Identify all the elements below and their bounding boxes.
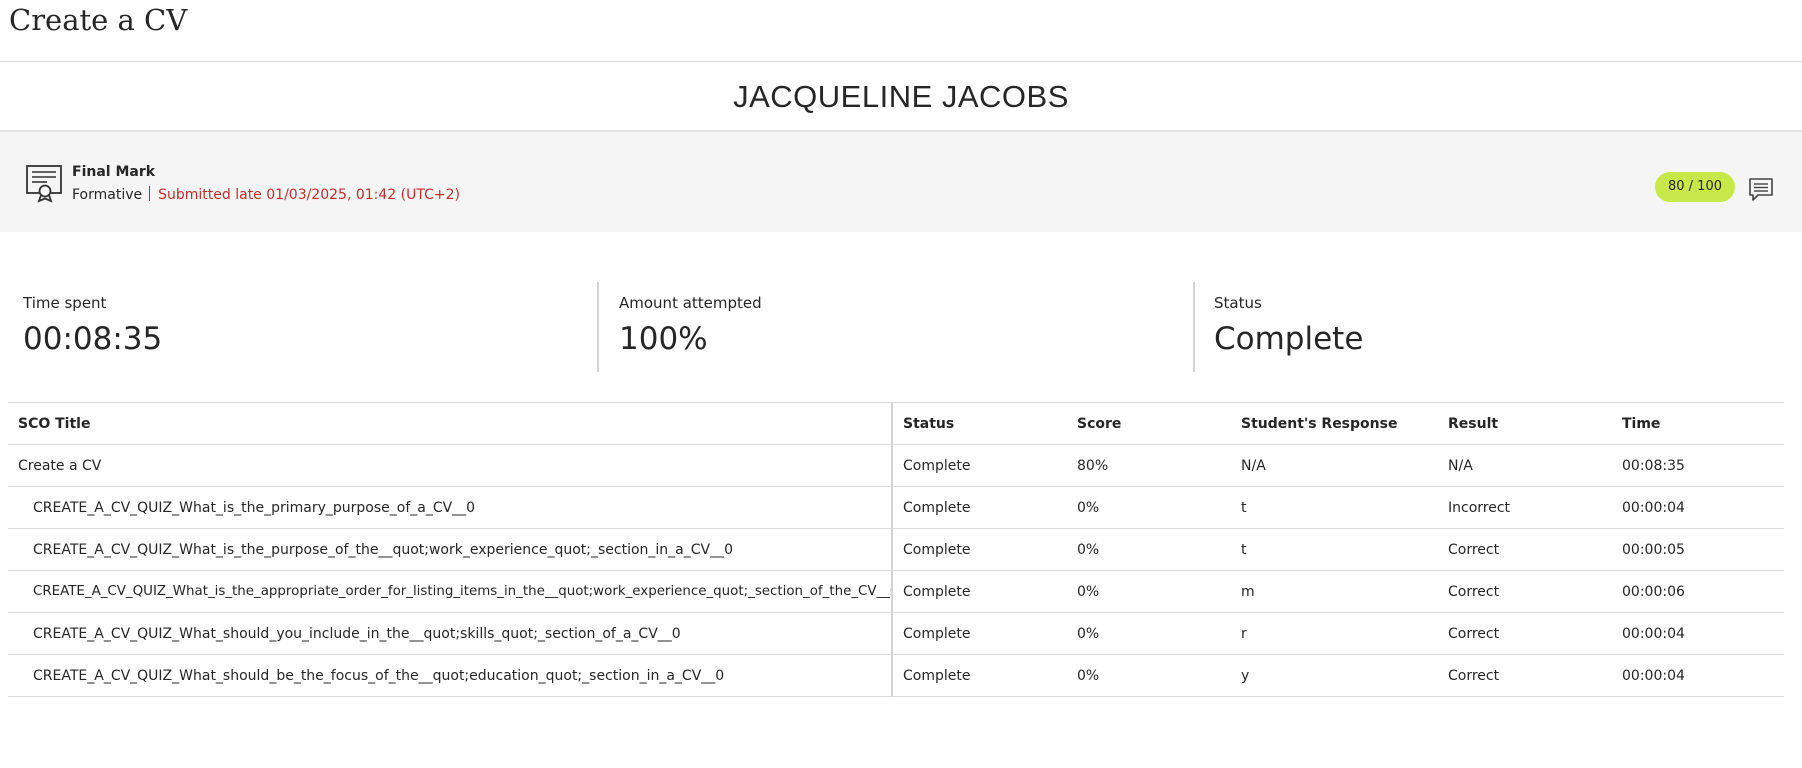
cell-result: Incorrect [1438,486,1612,529]
cell-result: Correct [1438,570,1612,613]
table-row: CREATE_A_CV_QUIZ_What_is_the_appropriate… [8,570,1784,613]
cell-sco-title: CREATE_A_CV_QUIZ_What_is_the_appropriate… [8,570,893,613]
comment-icon[interactable] [1748,176,1774,202]
column-header-time: Time [1612,402,1784,445]
column-header-status: Status [892,402,1067,445]
certificate-icon [26,165,62,203]
cell-score: 0% [1067,654,1231,697]
cell-result: N/A [1438,444,1612,487]
cell-response: y [1231,654,1438,697]
cell-response: r [1231,612,1438,655]
table-row: CREATE_A_CV_QUIZ_What_is_the_primary_pur… [8,486,1784,529]
cell-time: 00:00:06 [1612,570,1784,613]
stat-value: 00:08:35 [23,321,163,357]
cell-result: Correct [1438,528,1612,571]
stat-label: Amount attempted [619,294,762,312]
cell-time: 00:00:04 [1612,654,1784,697]
cell-status: Complete [892,528,1067,571]
stat-label: Status [1214,294,1262,312]
table-row: Create a CV Complete 80% N/A N/A 00:08:3… [8,444,1784,487]
cell-time: 00:00:04 [1612,486,1784,529]
sco-results-table: SCO Title Status Score Student's Respons… [8,402,1784,697]
stat-time-spent: Time spent 00:08:35 [23,282,162,372]
cell-result: Correct [1438,612,1612,655]
student-name: JACQUELINE JACOBS [0,62,1802,132]
cell-status: Complete [892,654,1067,697]
summary-stats: Time spent 00:08:35 Amount attempted 100… [0,232,1802,404]
stat-divider [597,282,599,372]
cell-time: 00:00:05 [1612,528,1784,571]
column-header-sco-title: SCO Title [8,402,893,445]
stat-status: Status Complete [1214,282,1363,372]
cell-response: m [1231,570,1438,613]
stat-value: 100% [619,321,708,357]
table-row: CREATE_A_CV_QUIZ_What_should_be_the_focu… [8,654,1784,697]
cell-time: 00:08:35 [1612,444,1784,487]
stat-amount-attempted: Amount attempted 100% [619,282,762,372]
cell-result: Correct [1438,654,1612,697]
cell-status: Complete [892,612,1067,655]
stat-label: Time spent [23,294,107,312]
cell-score: 0% [1067,612,1231,655]
column-header-response: Student's Response [1231,402,1438,445]
cell-sco-title: CREATE_A_CV_QUIZ_What_should_you_include… [8,612,893,655]
cell-status: Complete [892,444,1067,487]
cell-status: Complete [892,570,1067,613]
cell-sco-title: Create a CV [8,444,893,487]
cell-sco-title: CREATE_A_CV_QUIZ_What_is_the_primary_pur… [8,486,893,529]
cell-score: 0% [1067,528,1231,571]
cell-score: 80% [1067,444,1231,487]
page-title: Create a CV [0,0,1802,62]
sco-results-table-wrapper: SCO Title Status Score Student's Respons… [8,402,1784,697]
cell-sco-title: CREATE_A_CV_QUIZ_What_is_the_purpose_of_… [8,528,893,571]
column-header-result: Result [1438,402,1612,445]
meta-separator [149,186,151,201]
cell-status: Complete [892,486,1067,529]
table-header-row: SCO Title Status Score Student's Respons… [8,402,1784,445]
grade-type: Formative [72,187,143,203]
stat-divider [1193,282,1195,372]
cell-score: 0% [1067,486,1231,529]
submission-status: Submitted late 01/03/2025, 01:42 (UTC+2) [158,187,460,203]
grade-meta: Formative Submitted late 01/03/2025, 01:4… [72,186,460,203]
cell-sco-title: CREATE_A_CV_QUIZ_What_should_be_the_focu… [8,654,893,697]
cell-time: 00:00:04 [1612,612,1784,655]
cell-response: t [1231,528,1438,571]
column-header-score: Score [1067,402,1231,445]
score-badge[interactable]: 80 / 100 [1655,172,1735,202]
table-row: CREATE_A_CV_QUIZ_What_is_the_purpose_of_… [8,528,1784,571]
final-mark-panel: Final Mark Formative Submitted late 01/03… [0,132,1802,232]
final-mark-title: Final Mark [72,164,156,180]
cell-response: t [1231,486,1438,529]
cell-response: N/A [1231,444,1438,487]
stat-value: Complete [1214,321,1364,357]
table-row: CREATE_A_CV_QUIZ_What_should_you_include… [8,612,1784,655]
cell-score: 0% [1067,570,1231,613]
